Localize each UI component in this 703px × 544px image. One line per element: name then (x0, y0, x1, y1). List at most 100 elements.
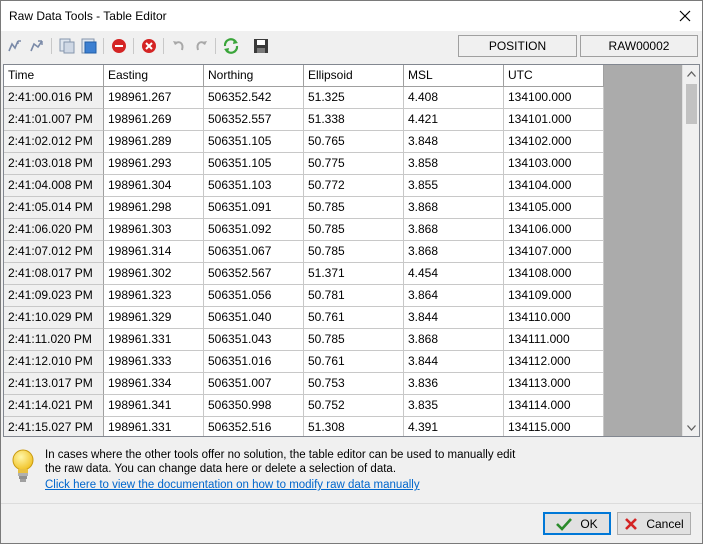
table-cell[interactable]: 3.858 (404, 153, 504, 175)
table-cell[interactable]: 2:41:13.017 PM (4, 373, 104, 395)
redo-button[interactable] (191, 36, 211, 56)
table-cell[interactable]: 3.844 (404, 307, 504, 329)
table-cell[interactable]: 134107.000 (504, 241, 604, 263)
table-cell[interactable]: 50.765 (304, 131, 404, 153)
ok-button[interactable]: OK (543, 512, 611, 535)
table-cell[interactable]: 506351.105 (204, 153, 304, 175)
table-cell[interactable]: 4.421 (404, 109, 504, 131)
table-cell[interactable]: 198961.298 (104, 197, 204, 219)
table-cell[interactable]: 506351.092 (204, 219, 304, 241)
table-row[interactable]: 2:41:11.020 PM 198961.331 506351.043 50.785… (4, 329, 604, 351)
table-cell[interactable]: 506351.067 (204, 241, 304, 263)
record-id-label[interactable]: RAW00002 (580, 35, 698, 57)
table-cell[interactable]: 2:41:14.021 PM (4, 395, 104, 417)
column-header[interactable]: Northing (204, 65, 304, 87)
vertical-scrollbar[interactable] (682, 65, 699, 436)
save-button[interactable] (251, 36, 271, 56)
table-cell[interactable]: 506351.016 (204, 351, 304, 373)
copy-button[interactable] (57, 36, 77, 56)
table-cell[interactable]: 3.835 (404, 395, 504, 417)
table-cell[interactable]: 506351.103 (204, 175, 304, 197)
table-row[interactable]: 2:41:01.007 PM 198961.269 506352.557 51.338… (4, 109, 604, 131)
table-cell[interactable]: 198961.341 (104, 395, 204, 417)
table-cell[interactable]: 2:41:15.027 PM (4, 417, 104, 436)
table-cell[interactable]: 2:41:08.017 PM (4, 263, 104, 285)
table-cell[interactable]: 198961.293 (104, 153, 204, 175)
table-cell[interactable]: 2:41:04.008 PM (4, 175, 104, 197)
table-row[interactable]: 2:41:03.018 PM 198961.293 506351.105 50.775… (4, 153, 604, 175)
table-cell[interactable]: 2:41:11.020 PM (4, 329, 104, 351)
table-cell[interactable]: 51.325 (304, 87, 404, 109)
table-cell[interactable]: 50.785 (304, 329, 404, 351)
column-header[interactable]: Time (4, 65, 104, 87)
table-cell[interactable]: 134115.000 (504, 417, 604, 436)
table-cell[interactable]: 134102.000 (504, 131, 604, 153)
table-cell[interactable]: 506351.007 (204, 373, 304, 395)
table-cell[interactable]: 50.772 (304, 175, 404, 197)
table-cell[interactable]: 198961.302 (104, 263, 204, 285)
table-cell[interactable]: 2:41:06.020 PM (4, 219, 104, 241)
table-cell[interactable]: 3.868 (404, 219, 504, 241)
table-row[interactable]: 2:41:10.029 PM 198961.329 506351.040 50.761… (4, 307, 604, 329)
table-cell[interactable]: 3.844 (404, 351, 504, 373)
table-cell[interactable]: 506351.091 (204, 197, 304, 219)
table-cell[interactable]: 506351.043 (204, 329, 304, 351)
table-cell[interactable]: 4.454 (404, 263, 504, 285)
table-cell[interactable]: 198961.267 (104, 87, 204, 109)
table-cell[interactable]: 134112.000 (504, 351, 604, 373)
split-button[interactable] (5, 36, 25, 56)
table-cell[interactable]: 134104.000 (504, 175, 604, 197)
table-cell[interactable]: 134101.000 (504, 109, 604, 131)
documentation-link[interactable]: Click here to view the documentation on … (45, 479, 420, 491)
table-cell[interactable]: 3.864 (404, 285, 504, 307)
column-header[interactable]: MSL (404, 65, 504, 87)
table-cell[interactable]: 2:41:03.018 PM (4, 153, 104, 175)
table-cell[interactable]: 2:41:09.023 PM (4, 285, 104, 307)
table-cell[interactable]: 4.391 (404, 417, 504, 436)
table-cell[interactable]: 4.408 (404, 87, 504, 109)
table-cell[interactable]: 198961.329 (104, 307, 204, 329)
scroll-down-button[interactable] (683, 419, 699, 436)
scroll-up-button[interactable] (683, 65, 699, 82)
table-cell[interactable]: 198961.314 (104, 241, 204, 263)
table-cell[interactable]: 506350.998 (204, 395, 304, 417)
data-grid[interactable]: Time Easting Northing Ellipsoid MSL UTC 2:41:0… (3, 64, 700, 437)
table-row[interactable]: 2:41:14.021 PM 198961.341 506350.998 50.752… (4, 395, 604, 417)
delete-button[interactable] (139, 36, 159, 56)
table-cell[interactable]: 50.753 (304, 373, 404, 395)
table-cell[interactable]: 50.761 (304, 351, 404, 373)
table-cell[interactable]: 50.785 (304, 219, 404, 241)
table-cell[interactable]: 50.761 (304, 307, 404, 329)
table-cell[interactable]: 506352.542 (204, 87, 304, 109)
table-cell[interactable]: 134106.000 (504, 219, 604, 241)
table-cell[interactable]: 134100.000 (504, 87, 604, 109)
table-cell[interactable]: 2:41:00.016 PM (4, 87, 104, 109)
table-cell[interactable]: 3.836 (404, 373, 504, 395)
table-cell[interactable]: 51.338 (304, 109, 404, 131)
table-cell[interactable]: 134110.000 (504, 307, 604, 329)
table-cell[interactable]: 2:41:01.007 PM (4, 109, 104, 131)
merge-button[interactable] (27, 36, 47, 56)
table-cell[interactable]: 506351.040 (204, 307, 304, 329)
table-cell[interactable]: 506351.105 (204, 131, 304, 153)
table-cell[interactable]: 198961.289 (104, 131, 204, 153)
table-cell[interactable]: 134113.000 (504, 373, 604, 395)
refresh-button[interactable] (221, 36, 241, 56)
table-cell[interactable]: 51.308 (304, 417, 404, 436)
table-cell[interactable]: 198961.303 (104, 219, 204, 241)
table-cell[interactable]: 134108.000 (504, 263, 604, 285)
undo-button[interactable] (169, 36, 189, 56)
column-header[interactable]: Easting (104, 65, 204, 87)
column-header[interactable]: Ellipsoid (304, 65, 404, 87)
table-cell[interactable]: 50.775 (304, 153, 404, 175)
table-row[interactable]: 2:41:00.016 PM 198961.267 506352.542 51.325… (4, 87, 604, 109)
table-cell[interactable]: 50.785 (304, 197, 404, 219)
table-row[interactable]: 2:41:13.017 PM 198961.334 506351.007 50.753… (4, 373, 604, 395)
table-cell[interactable]: 134103.000 (504, 153, 604, 175)
table-row[interactable]: 2:41:09.023 PM 198961.323 506351.056 50.781… (4, 285, 604, 307)
cancel-button[interactable]: Cancel (617, 512, 691, 535)
table-cell[interactable]: 134105.000 (504, 197, 604, 219)
table-row[interactable]: 2:41:12.010 PM 198961.333 506351.016 50.761… (4, 351, 604, 373)
position-label[interactable]: POSITION (458, 35, 577, 57)
table-cell[interactable]: 506352.557 (204, 109, 304, 131)
